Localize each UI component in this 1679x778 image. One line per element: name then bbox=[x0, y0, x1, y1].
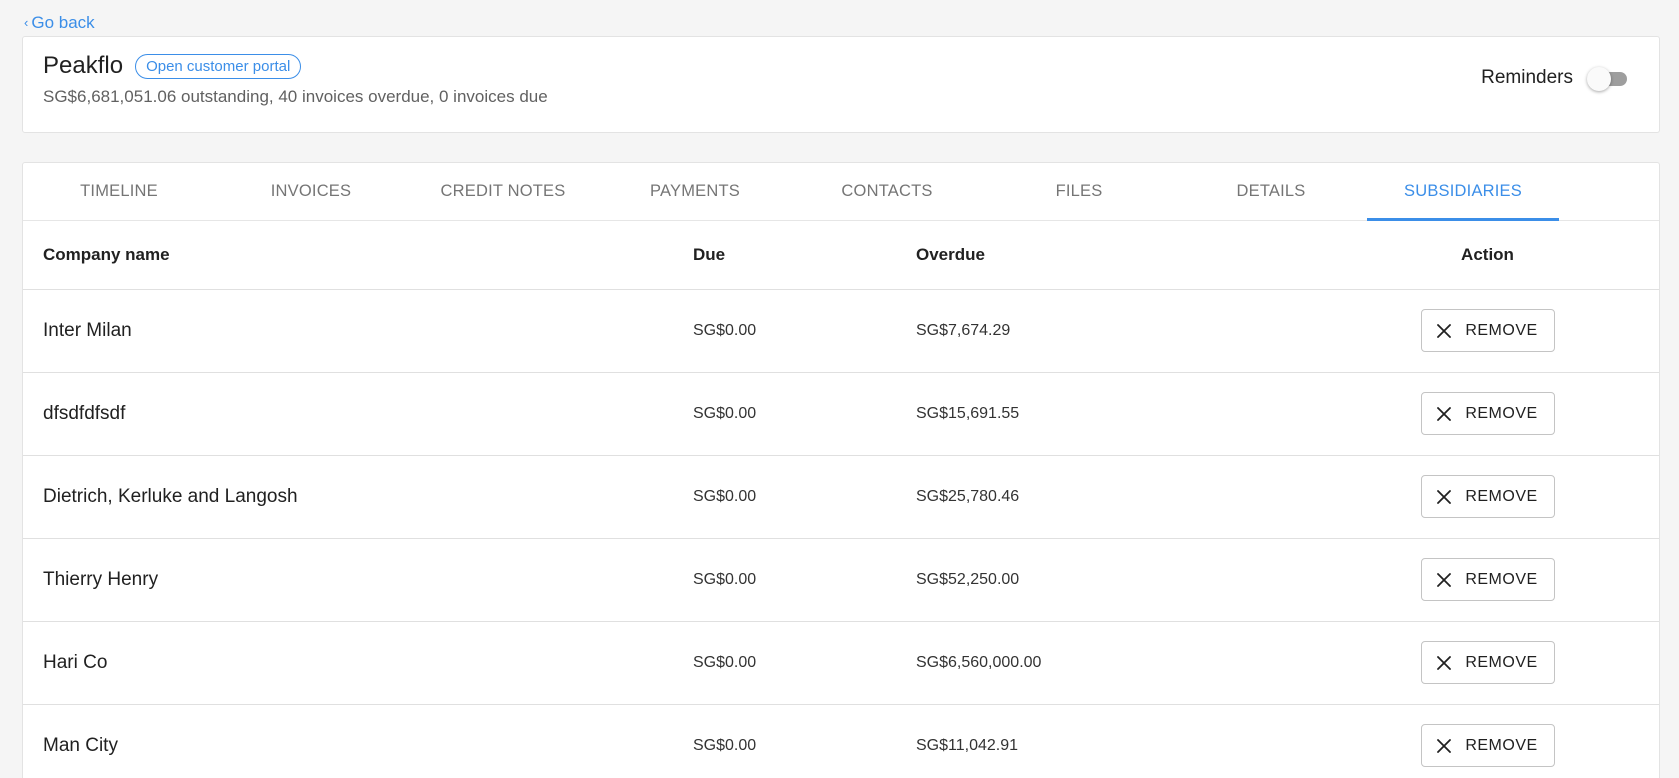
reminders-control: Reminders bbox=[1481, 66, 1627, 91]
table-row: Thierry Henry SG$0.00 SG$52,250.00 REMOVE bbox=[23, 538, 1659, 622]
table-row: Man City SG$0.00 SG$11,042.91 REMOVE bbox=[23, 704, 1659, 778]
company-name-cell: dfsdfdfsdf bbox=[23, 372, 693, 456]
action-cell: REMOVE bbox=[1316, 455, 1659, 539]
due-cell: SG$0.00 bbox=[693, 455, 916, 539]
outstanding-summary: SG$6,681,051.06 outstanding, 40 invoices… bbox=[43, 87, 548, 106]
close-icon bbox=[1437, 655, 1452, 670]
table-row: Hari Co SG$0.00 SG$6,560,000.00 REMOVE bbox=[23, 621, 1659, 705]
remove-label: REMOVE bbox=[1465, 736, 1538, 754]
company-name: Peakflo bbox=[43, 52, 124, 79]
remove-label: REMOVE bbox=[1465, 404, 1538, 422]
column-header-company-name: Company name bbox=[23, 221, 693, 290]
customer-detail-card: TIMELINE INVOICES CREDIT NOTES PAYMENTS CONT… bbox=[22, 162, 1660, 778]
action-cell: REMOVE bbox=[1316, 372, 1659, 456]
company-name-cell: Dietrich, Kerluke and Langosh bbox=[23, 455, 693, 539]
company-title-row: Peakflo Open customer portal bbox=[43, 52, 302, 80]
tab-contacts[interactable]: CONTACTS bbox=[791, 163, 983, 220]
remove-label: REMOVE bbox=[1465, 321, 1538, 339]
column-header-overdue: Overdue bbox=[916, 221, 1316, 290]
reminders-label: Reminders bbox=[1481, 67, 1573, 88]
overdue-cell: SG$52,250.00 bbox=[916, 538, 1316, 622]
close-icon bbox=[1437, 572, 1452, 587]
due-cell: SG$0.00 bbox=[693, 704, 916, 778]
close-icon bbox=[1437, 323, 1452, 338]
table-row: Inter Milan SG$0.00 SG$7,674.29 REMOVE bbox=[23, 289, 1659, 373]
remove-button[interactable]: REMOVE bbox=[1420, 641, 1555, 684]
close-icon bbox=[1437, 406, 1452, 421]
action-cell: REMOVE bbox=[1316, 621, 1659, 705]
due-cell: SG$0.00 bbox=[693, 538, 916, 622]
overdue-cell: SG$11,042.91 bbox=[916, 704, 1316, 778]
customer-header-card: Peakflo Open customer portal SG$6,681,05… bbox=[22, 36, 1660, 133]
column-header-action: Action bbox=[1316, 221, 1659, 290]
due-cell: SG$0.00 bbox=[693, 621, 916, 705]
table-row: dfsdfdfsdf SG$0.00 SG$15,691.55 REMOVE bbox=[23, 372, 1659, 456]
tab-timeline[interactable]: TIMELINE bbox=[23, 163, 215, 220]
action-cell: REMOVE bbox=[1316, 289, 1659, 373]
table-header-row: Company name Due Overdue Action bbox=[23, 221, 1659, 290]
remove-label: REMOVE bbox=[1465, 487, 1538, 505]
remove-button[interactable]: REMOVE bbox=[1420, 724, 1555, 767]
tab-subsidiaries[interactable]: SUBSIDIARIES bbox=[1367, 163, 1559, 221]
open-customer-portal-button[interactable]: Open customer portal bbox=[135, 53, 302, 79]
remove-button[interactable]: REMOVE bbox=[1420, 475, 1555, 518]
toggle-thumb bbox=[1587, 67, 1611, 91]
tab-details[interactable]: DETAILS bbox=[1175, 163, 1367, 220]
action-cell: REMOVE bbox=[1316, 704, 1659, 778]
tab-payments[interactable]: PAYMENTS bbox=[599, 163, 791, 220]
overdue-cell: SG$7,674.29 bbox=[916, 289, 1316, 373]
due-cell: SG$0.00 bbox=[693, 289, 916, 373]
company-name-cell: Man City bbox=[23, 704, 693, 778]
overdue-cell: SG$15,691.55 bbox=[916, 372, 1316, 456]
tab-invoices[interactable]: INVOICES bbox=[215, 163, 407, 220]
action-cell: REMOVE bbox=[1316, 538, 1659, 622]
company-name-cell: Inter Milan bbox=[23, 289, 693, 373]
close-icon bbox=[1437, 738, 1452, 753]
remove-button[interactable]: REMOVE bbox=[1420, 309, 1555, 352]
subsidiaries-table: Company name Due Overdue Action Inter Mi… bbox=[23, 221, 1659, 778]
remove-label: REMOVE bbox=[1465, 570, 1538, 588]
tab-credit-notes[interactable]: CREDIT NOTES bbox=[407, 163, 599, 220]
overdue-cell: SG$6,560,000.00 bbox=[916, 621, 1316, 705]
chevron-left-icon: ‹ bbox=[24, 14, 29, 30]
remove-button[interactable]: REMOVE bbox=[1420, 558, 1555, 601]
reminders-toggle[interactable] bbox=[1587, 66, 1627, 91]
go-back-label: Go back bbox=[31, 13, 95, 32]
remove-label: REMOVE bbox=[1465, 653, 1538, 671]
table-row: Dietrich, Kerluke and Langosh SG$0.00 SG$2… bbox=[23, 455, 1659, 539]
tab-files[interactable]: FILES bbox=[983, 163, 1175, 220]
go-back-link[interactable]: ‹ Go back bbox=[24, 13, 95, 33]
remove-button[interactable]: REMOVE bbox=[1420, 392, 1555, 435]
company-name-cell: Thierry Henry bbox=[23, 538, 693, 622]
column-header-due: Due bbox=[693, 221, 916, 290]
tab-bar: TIMELINE INVOICES CREDIT NOTES PAYMENTS CONT… bbox=[23, 163, 1659, 221]
due-cell: SG$0.00 bbox=[693, 372, 916, 456]
company-name-cell: Hari Co bbox=[23, 621, 693, 705]
close-icon bbox=[1437, 489, 1452, 504]
overdue-cell: SG$25,780.46 bbox=[916, 455, 1316, 539]
